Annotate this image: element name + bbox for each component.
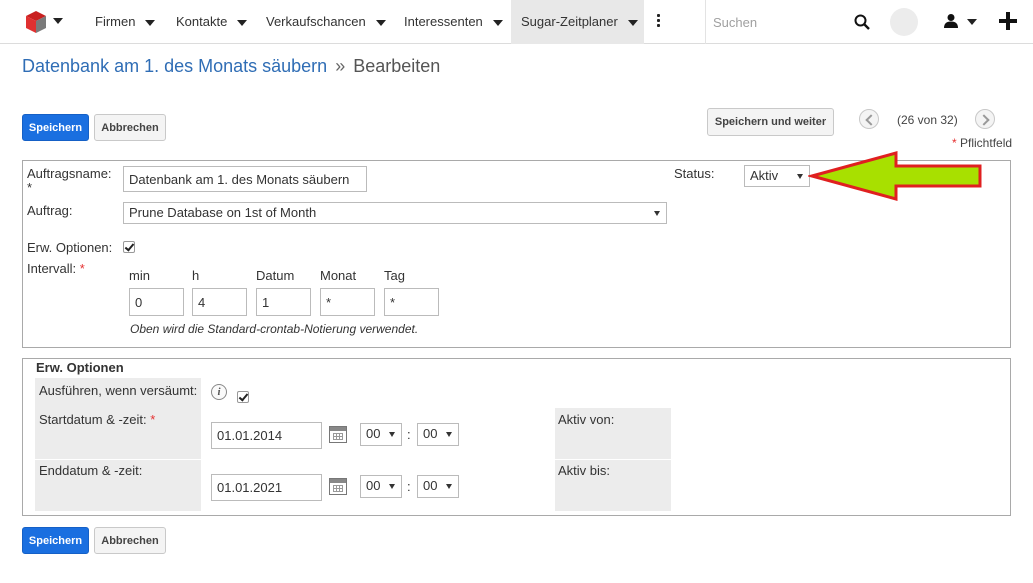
- chevron-down-icon[interactable]: [492, 19, 503, 26]
- advanced-options-title: Erw. Optionen: [36, 360, 124, 375]
- dropdown-arrow-icon: [654, 211, 660, 216]
- end-datetime-label: Enddatum & -zeit:: [39, 463, 143, 478]
- dropdown-arrow-icon: [797, 174, 803, 179]
- user-icon[interactable]: [943, 13, 959, 29]
- start-hour-value: 00: [366, 426, 381, 441]
- start-datetime-label-text: Startdatum & -zeit:: [39, 412, 147, 427]
- user-menu-chevron-down-icon[interactable]: [967, 19, 977, 25]
- nav-tab-label: Firmen: [95, 14, 136, 29]
- interval-day-input[interactable]: [384, 288, 439, 316]
- interval-header-min: min: [129, 268, 150, 283]
- page-title: Datenbank am 1. des Monats säubern » Bearb…: [22, 56, 440, 77]
- run-missed-label: Ausführen, wenn versäumt:: [39, 383, 198, 398]
- save-button[interactable]: Speichern: [22, 114, 89, 141]
- nav-tab-firmen[interactable]: Firmen: [95, 0, 156, 44]
- breadcrumb-separator: »: [335, 56, 346, 76]
- nav-tab-verkaufschancen[interactable]: Verkaufschancen: [266, 0, 386, 44]
- previous-record-icon[interactable]: [859, 109, 879, 129]
- end-hour-value: 00: [366, 478, 381, 493]
- end-minute-value: 00: [423, 478, 438, 493]
- interval-date-input[interactable]: [256, 288, 311, 316]
- time-separator: :: [407, 427, 411, 442]
- next-record-icon[interactable]: [975, 109, 995, 129]
- end-hour-select[interactable]: 00: [360, 475, 402, 498]
- record-link[interactable]: Datenbank am 1. des Monats säubern: [22, 56, 327, 76]
- nav-tab-label: Kontakte: [176, 14, 228, 29]
- required-note-text: Pflichtfeld: [960, 136, 1013, 150]
- calendar-icon[interactable]: [329, 426, 347, 443]
- dropdown-arrow-icon: [389, 432, 395, 437]
- nav-divider: [705, 0, 706, 44]
- job-select-value: Prune Database on 1st of Month: [129, 205, 317, 220]
- interval-min-input[interactable]: [129, 288, 184, 316]
- notifications-avatar[interactable]: [890, 8, 918, 36]
- global-search-input[interactable]: [711, 12, 841, 32]
- active-to-label: Aktiv bis:: [558, 463, 611, 478]
- calendar-icon[interactable]: [329, 478, 347, 495]
- cancel-button-bottom[interactable]: Abbrechen: [94, 527, 166, 554]
- interval-label-text: Intervall:: [27, 261, 77, 276]
- required-field-note: * Pflichtfeld: [952, 136, 1012, 150]
- dropdown-arrow-icon: [446, 484, 452, 489]
- pager-text: (26 von 32): [897, 113, 958, 127]
- required-asterisk: *: [150, 412, 156, 427]
- end-date-input[interactable]: [211, 474, 322, 501]
- nav-tab-label: Verkaufschancen: [266, 14, 366, 29]
- chevron-down-icon[interactable]: [145, 19, 156, 26]
- required-asterisk: *: [79, 261, 85, 276]
- green-arrow-annotation-icon: [808, 151, 982, 201]
- nav-tab-label: Sugar-Zeitplaner: [521, 14, 618, 29]
- required-asterisk: *: [952, 136, 957, 150]
- job-label: Auftrag:: [27, 203, 73, 218]
- advanced-options-label: Erw. Optionen:: [27, 240, 113, 255]
- status-select[interactable]: Aktiv: [744, 165, 810, 187]
- cancel-button[interactable]: Abbrechen: [94, 114, 166, 141]
- status-select-value: Aktiv: [750, 168, 779, 183]
- nav-tab-kontakte[interactable]: Kontakte: [176, 0, 248, 44]
- time-separator: :: [407, 479, 411, 494]
- interval-label: Intervall: *: [27, 261, 85, 276]
- edit-mode-label: Bearbeiten: [353, 56, 441, 76]
- chevron-down-icon[interactable]: [627, 19, 638, 26]
- dropdown-arrow-icon: [389, 484, 395, 489]
- save-button-bottom[interactable]: Speichern: [22, 527, 89, 554]
- nav-tab-sugar-zeitplaner[interactable]: Sugar-Zeitplaner: [511, 0, 644, 44]
- save-and-continue-button[interactable]: Speichern und weiter: [707, 108, 834, 136]
- nav-tab-interessenten[interactable]: Interessenten: [404, 0, 503, 44]
- chevron-down-icon[interactable]: [237, 19, 248, 26]
- required-asterisk: *: [27, 180, 33, 195]
- end-minute-select[interactable]: 00: [417, 475, 459, 498]
- logo-chevron-down-icon[interactable]: [53, 18, 63, 24]
- search-icon[interactable]: [854, 14, 870, 30]
- run-missed-checkbox[interactable]: [237, 391, 249, 403]
- job-name-input[interactable]: [123, 166, 367, 192]
- start-date-input[interactable]: [211, 422, 322, 449]
- advanced-options-checkbox[interactable]: [123, 241, 135, 253]
- interval-header-day: Tag: [384, 268, 405, 283]
- start-datetime-label: Startdatum & -zeit: *: [39, 412, 155, 427]
- job-select[interactable]: Prune Database on 1st of Month: [123, 202, 667, 224]
- status-label: Status:: [674, 166, 715, 181]
- chevron-down-icon[interactable]: [375, 19, 386, 26]
- nav-tab-label: Interessenten: [404, 14, 483, 29]
- top-navigation: Firmen Kontakte Verkaufschancen Interess…: [0, 0, 1033, 44]
- quick-create-plus-icon[interactable]: [999, 12, 1017, 30]
- active-from-label: Aktiv von:: [558, 412, 615, 427]
- info-icon[interactable]: i: [211, 384, 227, 400]
- more-vertical-icon[interactable]: [657, 14, 661, 30]
- job-name-label: Auftragsname:: [27, 166, 112, 181]
- interval-month-input[interactable]: [320, 288, 375, 316]
- start-hour-select[interactable]: 00: [360, 423, 402, 446]
- interval-header-date: Datum: [256, 268, 295, 283]
- dropdown-arrow-icon: [446, 432, 452, 437]
- interval-header-month: Monat: [320, 268, 357, 283]
- interval-hour-input[interactable]: [192, 288, 247, 316]
- crontab-hint: Oben wird die Standard-crontab-Notierung…: [130, 322, 419, 336]
- start-minute-value: 00: [423, 426, 438, 441]
- start-minute-select[interactable]: 00: [417, 423, 459, 446]
- interval-header-hour: h: [192, 268, 200, 283]
